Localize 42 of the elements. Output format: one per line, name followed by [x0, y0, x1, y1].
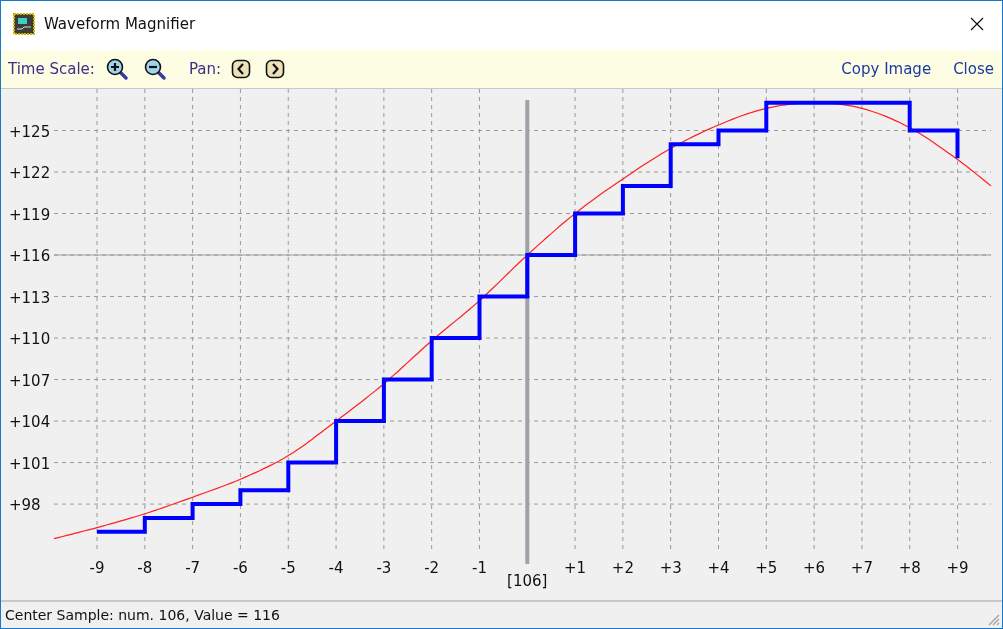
y-axis-label: +125 — [9, 122, 51, 141]
y-axis-label: +119 — [9, 205, 51, 224]
x-axis-label: +4 — [707, 559, 730, 577]
y-axis-label: +98 — [9, 496, 41, 515]
toolbar-link[interactable]: Close — [953, 60, 994, 78]
resize-grip-icon[interactable] — [986, 612, 1000, 626]
x-axis-label: -6 — [232, 559, 248, 577]
x-axis-label: -1 — [472, 559, 487, 577]
app-icon — [13, 12, 35, 35]
x-axis-label: +5 — [755, 559, 778, 577]
window-title: Waveform Magnifier — [44, 14, 196, 33]
x-axis-label: -3 — [376, 559, 392, 577]
x-axis-label: +8 — [898, 559, 921, 577]
x-axis-label: +1 — [564, 559, 587, 577]
y-axis-label: +101 — [9, 454, 51, 473]
zoom-in-icon[interactable] — [104, 57, 129, 81]
zoom-out-icon[interactable] — [142, 57, 167, 81]
x-axis-label: -4 — [328, 559, 344, 577]
x-axis-label: +7 — [850, 559, 873, 577]
x-axis-label: +6 — [803, 559, 826, 577]
center-sample-label: [106] — [507, 572, 548, 590]
x-axis-label: -2 — [424, 559, 440, 577]
y-axis-label: +122 — [9, 164, 51, 182]
x-axis-label: -9 — [89, 559, 105, 577]
pan-right-icon[interactable] — [265, 59, 285, 79]
y-axis-label: +113 — [9, 288, 51, 307]
y-axis-label: +107 — [9, 371, 51, 390]
x-axis-label: +3 — [659, 559, 682, 577]
x-axis-label: +2 — [611, 559, 634, 577]
close-icon[interactable] — [970, 16, 984, 31]
y-axis-label: +110 — [9, 330, 51, 349]
status-text: Center Sample: num. 106, Value = 116 — [5, 607, 280, 623]
x-axis-label: +9 — [946, 559, 969, 577]
pan-label: Pan: — [188, 60, 221, 78]
y-axis-label: +116 — [9, 247, 51, 266]
pan-left-icon[interactable] — [231, 59, 251, 79]
y-axis-label: +104 — [9, 413, 51, 432]
x-axis-label: -5 — [280, 559, 296, 577]
time-scale-label: Time Scale: — [8, 60, 95, 78]
x-axis-label: -7 — [185, 559, 201, 577]
x-axis-label: -8 — [137, 559, 153, 577]
toolbar-link[interactable]: Copy Image — [841, 60, 932, 78]
